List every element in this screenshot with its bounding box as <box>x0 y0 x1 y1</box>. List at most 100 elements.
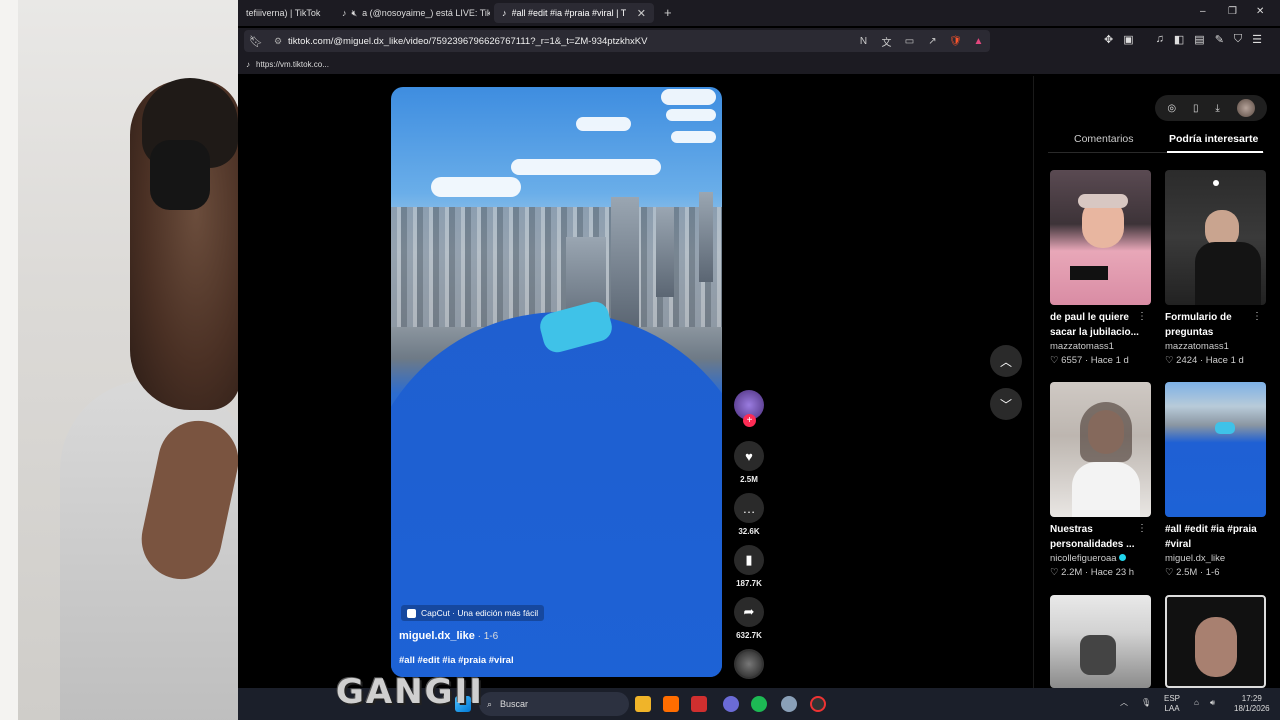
video-hashtags[interactable]: #all #edit #ia #praia #viral <box>399 655 514 666</box>
no-translate-icon[interactable]: N <box>852 36 875 47</box>
wallet-icon[interactable]: ▤ <box>1194 33 1204 46</box>
suggested-card[interactable]: Formulario de preguntas ⋮ mazzatomass1 ♡… <box>1165 170 1266 366</box>
music-icon[interactable]: ♫ <box>1156 33 1164 46</box>
card-user[interactable]: nicollefigueroaa <box>1050 553 1151 564</box>
download-icon[interactable]: ⤓ <box>1215 103 1219 114</box>
video-player[interactable]: CapCut · Una edición más fácil miguel.dx… <box>391 87 722 677</box>
vpn-icon[interactable]: ⛉ <box>1234 33 1242 46</box>
tab-comments[interactable]: Comentarios <box>1074 133 1134 145</box>
video-thumbnail[interactable] <box>1165 382 1266 517</box>
menu-icon[interactable]: ☰ <box>1252 33 1262 46</box>
video-thumbnail[interactable] <box>1050 382 1151 517</box>
suggested-card[interactable]: #all #edit #ia #praia #viral miguel.dx_l… <box>1165 382 1266 578</box>
settings-icon[interactable] <box>781 696 797 712</box>
save-icon[interactable]: ▮ <box>734 545 764 575</box>
cast-icon[interactable]: ▭ <box>898 36 921 47</box>
video-thumbnail[interactable] <box>1050 170 1151 305</box>
new-tab-button[interactable]: + <box>664 5 672 20</box>
capcut-badge[interactable]: CapCut · Una edición más fácil <box>401 605 545 621</box>
app-icon[interactable] <box>723 696 739 712</box>
extensions-icon[interactable]: ✥ <box>1104 33 1113 46</box>
screenshot-icon[interactable]: ▣ <box>1123 33 1133 46</box>
compass-icon[interactable]: ◎ <box>1167 103 1176 114</box>
spotify-icon[interactable] <box>751 696 767 712</box>
webcam-wall <box>0 0 18 720</box>
music-disc-icon[interactable] <box>734 649 764 679</box>
video-thumbnail[interactable] <box>1165 170 1266 305</box>
card-user[interactable]: mazzatomass1 <box>1050 341 1151 352</box>
heart-icon[interactable]: ♥ <box>734 441 764 471</box>
chevron-down-icon[interactable]: ﹀ <box>990 388 1022 420</box>
thumb-person <box>1080 635 1116 675</box>
comment-icon[interactable]: … <box>734 493 764 523</box>
tiktok-icon: ♪ <box>342 8 347 18</box>
active-tab-indicator <box>1167 151 1263 153</box>
watermark-text: GANGII <box>336 672 484 712</box>
muted-icon[interactable]: 🔇︎ <box>352 8 358 19</box>
save-action[interactable]: ▮ 187.7K <box>732 545 766 588</box>
video-thumbnail[interactable] <box>1165 595 1266 688</box>
more-options-icon[interactable]: ⋮ <box>1137 311 1147 322</box>
tab-tefiiiverna[interactable]: tefiiiverna) | TikTok <box>238 3 332 23</box>
chevron-up-icon[interactable]: ︿ <box>990 345 1022 377</box>
suggested-card[interactable]: Nuestras personalidades ... ⋮ nicollefig… <box>1050 382 1151 578</box>
url-text[interactable]: tiktok.com/@miguel.dx_like/video/7592396… <box>288 36 852 47</box>
card-user[interactable]: miguel.dx_like <box>1165 553 1266 564</box>
leo-icon[interactable]: ✎ <box>1215 33 1224 46</box>
suggested-card[interactable]: de paul le quiere sacar la jubilacio... … <box>1050 170 1151 366</box>
share-count: 632.7K <box>736 631 762 640</box>
card-title[interactable]: #all #edit #ia #praia #viral <box>1165 522 1257 552</box>
tab-nosoyaime-live[interactable]: ♪ 🔇︎ a (@nosoyaime_) está LIVE: TikTok <box>334 3 490 23</box>
heart-outline-icon: ♡ <box>1165 567 1174 578</box>
bookmark-item[interactable]: https://vm.tiktok.co... <box>256 60 329 69</box>
share-icon[interactable]: ➦ <box>734 597 764 627</box>
volume-icon[interactable]: 🔊︎ <box>1210 698 1215 708</box>
sidebar-icon[interactable]: ◧ <box>1174 33 1184 46</box>
translate-icon[interactable]: 文 <box>875 34 898 49</box>
comment-action[interactable]: … 32.6K <box>732 493 766 536</box>
video-author[interactable]: miguel.dx_like · 1-6 <box>399 630 498 642</box>
brave-shield-icon[interactable]: 🛡︎ <box>944 36 967 47</box>
thumb-mic <box>1070 266 1108 280</box>
site-info-icon[interactable]: ⚙︎ <box>268 36 288 47</box>
close-tab-icon[interactable]: ✕ <box>637 7 646 20</box>
card-title[interactable]: Formulario de preguntas <box>1165 310 1257 340</box>
share-page-icon[interactable]: ↗ <box>921 36 944 47</box>
network-icon[interactable]: ⌂ <box>1194 698 1199 708</box>
card-user[interactable]: mazzatomass1 <box>1165 341 1266 352</box>
clock[interactable]: 17:29 18/1/2026 <box>1234 694 1270 714</box>
app-icon[interactable] <box>691 696 707 712</box>
tab-label: tefiiiverna) | TikTok <box>246 8 321 18</box>
tab-suggested[interactable]: Podría interesarte <box>1169 133 1258 145</box>
close-window-button[interactable]: ✕ <box>1256 6 1264 17</box>
address-bar[interactable]: 🔖︎ ⚙︎ tiktok.com/@miguel.dx_like/video/7… <box>244 30 990 52</box>
bookmark-icon[interactable]: 🔖︎ <box>244 35 268 48</box>
suggested-card[interactable] <box>1050 595 1151 688</box>
tab-current-video[interactable]: ♪ #all #edit #ia #praia #viral | TikTok … <box>494 3 654 23</box>
card-stats: ♡ 2.2M · Hace 23 h <box>1050 567 1135 578</box>
follow-plus-icon[interactable]: + <box>743 414 756 427</box>
card-title[interactable]: de paul le quiere sacar la jubilacio... <box>1050 310 1142 340</box>
taskbar-search[interactable]: ⌕ Buscar <box>479 692 629 716</box>
file-explorer-icon[interactable] <box>635 696 651 712</box>
language-indicator[interactable]: ESP LAA <box>1164 694 1180 714</box>
chevron-up-icon[interactable]: ︿ <box>1120 698 1128 708</box>
video-thumbnail[interactable] <box>1050 595 1151 688</box>
card-title[interactable]: Nuestras personalidades ... <box>1050 522 1142 552</box>
microphone-icon[interactable]: 🎙︎ <box>1141 698 1151 708</box>
more-options-icon[interactable]: ⋮ <box>1137 523 1147 534</box>
recording-icon[interactable] <box>810 696 826 712</box>
brave-rewards-icon[interactable]: ▲ <box>967 36 990 47</box>
restore-button[interactable]: ❐ <box>1228 6 1237 17</box>
search-placeholder: Buscar <box>500 699 529 709</box>
minimize-button[interactable]: – <box>1200 6 1206 17</box>
brave-browser-icon[interactable] <box>663 696 679 712</box>
card-user-name[interactable]: nicollefigueroaa <box>1050 553 1117 564</box>
phone-icon[interactable]: ▯ <box>1193 103 1199 114</box>
suggested-card[interactable] <box>1165 595 1266 688</box>
share-action[interactable]: ➦ 632.7K <box>732 597 766 640</box>
more-options-icon[interactable]: ⋮ <box>1252 311 1262 322</box>
author-name[interactable]: miguel.dx_like <box>399 630 475 642</box>
like-action[interactable]: ♥ 2.5M <box>732 441 766 484</box>
profile-avatar[interactable] <box>1236 99 1255 117</box>
